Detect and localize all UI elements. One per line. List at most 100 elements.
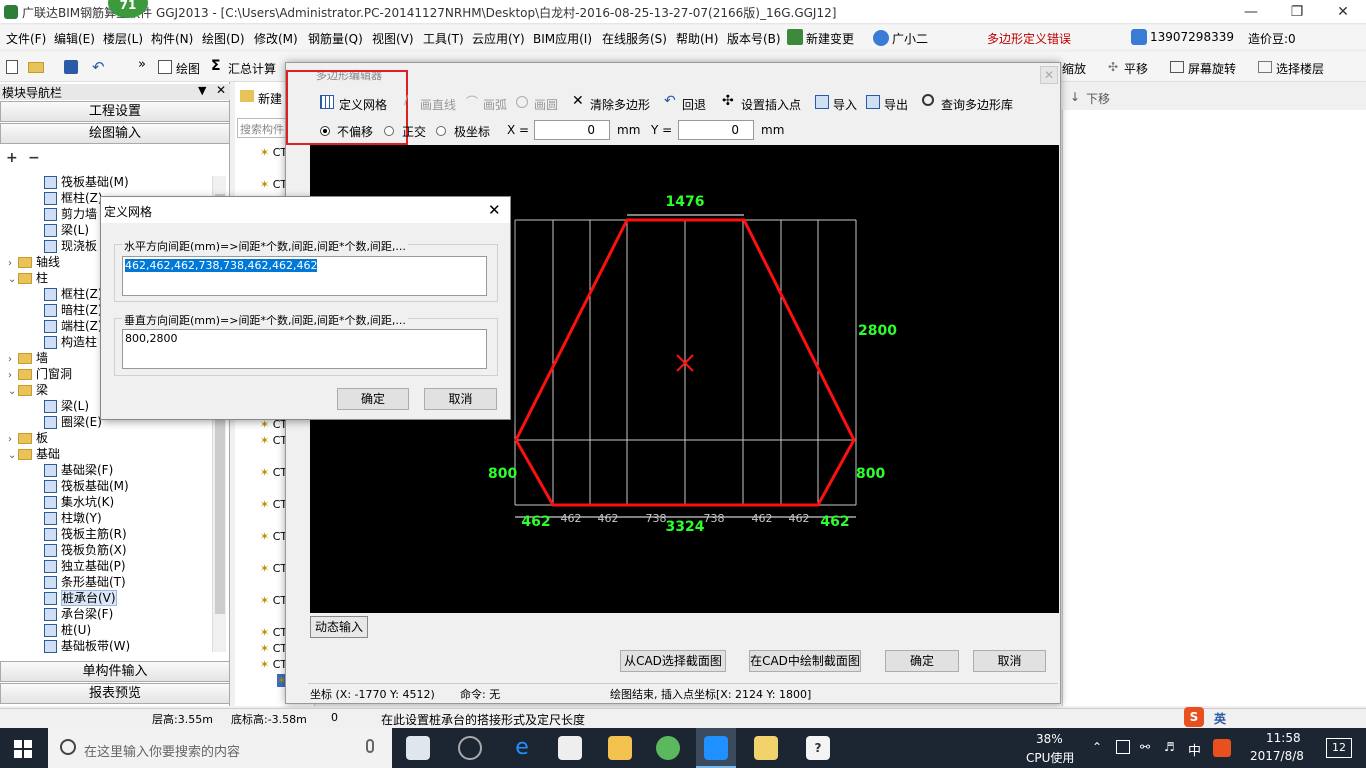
menu-new-change[interactable]: 新建变更	[806, 30, 854, 47]
vertical-spacing-input[interactable]: 800,2800	[122, 329, 487, 369]
nav-tree-item[interactable]: 暗柱(Z)	[44, 302, 103, 318]
new-component-button[interactable]: 新建	[258, 90, 282, 107]
ortho-radio[interactable]	[384, 126, 394, 136]
restore-button[interactable]: ❐	[1274, 0, 1320, 24]
nav-tree-item[interactable]: 梁(L)	[44, 222, 89, 238]
nav-tree-folder[interactable]: › 墙	[8, 350, 48, 366]
component-list-row[interactable]: ✶ CT	[260, 626, 287, 639]
nav-tree-item[interactable]: 桩(U)	[44, 622, 91, 638]
menu-item[interactable]: 帮助(H)	[676, 30, 718, 47]
menu-item[interactable]: 构件(N)	[151, 30, 193, 47]
nav-tree-item[interactable]: 基础梁(F)	[44, 462, 113, 478]
tray-expand-icon[interactable]: ⌃	[1092, 740, 1102, 754]
cost-beans[interactable]: 造价豆:0	[1248, 30, 1296, 47]
nav-tree-item[interactable]: 端柱(Z)	[44, 318, 103, 334]
nav-tree-item[interactable]: 框柱(Z)	[44, 286, 103, 302]
tray-icon[interactable]	[1116, 740, 1130, 754]
menu-item[interactable]: 编辑(E)	[54, 30, 95, 47]
report-preview-button[interactable]: 报表预览	[0, 683, 230, 704]
define-grid-button[interactable]: 定义网格	[339, 96, 387, 113]
component-list-row[interactable]: ✶ CT	[260, 594, 287, 607]
nav-tree-item[interactable]: 桩承台(V)	[44, 590, 117, 606]
taskbar-app-icon[interactable]	[406, 736, 430, 760]
nav-tree-item[interactable]: 筏板负筋(X)	[44, 542, 127, 558]
x-coordinate-input[interactable]: 0	[534, 120, 610, 140]
set-insert-point-button[interactable]: 设置插入点	[741, 96, 801, 113]
nav-tree-item[interactable]: 柱墩(Y)	[44, 510, 102, 526]
nav-tree-folder[interactable]: › 板	[8, 430, 48, 446]
y-coordinate-input[interactable]: 0	[678, 120, 754, 140]
component-list-row[interactable]: ✶ CT	[260, 146, 287, 159]
sogou-tray-icon[interactable]	[1213, 739, 1231, 757]
taskbar-app-icon[interactable]	[458, 736, 482, 760]
menu-item[interactable]: 工具(T)	[423, 30, 464, 47]
import-button[interactable]: 导入	[833, 96, 857, 113]
move-down-button[interactable]: 下移	[1086, 90, 1110, 107]
help-app-icon[interactable]: ?	[806, 736, 830, 760]
editor-ok-button[interactable]: 确定	[885, 650, 959, 672]
windows-start-icon[interactable]	[14, 740, 32, 758]
file-explorer-icon[interactable]	[608, 736, 632, 760]
select-from-cad-button[interactable]: 从CAD选择截面图	[620, 650, 726, 672]
select-floor-button[interactable]: 选择楼层	[1276, 60, 1324, 77]
draw-button[interactable]: 绘图	[176, 60, 200, 77]
menu-item[interactable]: 云应用(Y)	[472, 30, 525, 47]
notifications-button[interactable]: 12	[1326, 738, 1352, 758]
component-list-row[interactable]: ✶ CT	[260, 642, 287, 655]
undo-icon[interactable]: ↶	[92, 58, 105, 76]
close-button[interactable]: ✕	[1320, 0, 1366, 24]
nav-tree-item[interactable]: 现浇板	[44, 238, 97, 254]
draw-circle-button[interactable]: 画圆	[534, 96, 558, 113]
active-app-icon[interactable]	[704, 736, 728, 760]
collapse-icon[interactable]: ⌄	[8, 272, 18, 288]
microphone-icon[interactable]	[366, 739, 374, 753]
menu-item[interactable]: 视图(V)	[372, 30, 414, 47]
component-list-row[interactable]: ✶ CT	[260, 658, 287, 671]
menu-item[interactable]: BIM应用(I)	[533, 30, 592, 47]
minimize-button[interactable]: —	[1228, 0, 1274, 24]
nav-tree-item[interactable]: 圈梁(E)	[44, 414, 102, 430]
ime-indicator[interactable]: 中	[1188, 740, 1201, 759]
menu-item[interactable]: 文件(F)	[6, 30, 46, 47]
nav-tree-item[interactable]: 承台梁(F)	[44, 606, 113, 622]
more-tools-icon[interactable]: »	[138, 57, 146, 72]
pin-icon[interactable]: ▼	[198, 84, 206, 97]
nav-tree-item[interactable]: 筏板基础(M)	[44, 174, 129, 190]
expand-all-icon[interactable]: +	[6, 150, 18, 166]
no-offset-radio[interactable]	[320, 126, 330, 136]
menu-item[interactable]: 钢筋量(Q)	[308, 30, 363, 47]
draw-in-cad-button[interactable]: 在CAD中绘制截面图	[749, 650, 861, 672]
volume-icon[interactable]: ♬	[1164, 740, 1175, 754]
store-icon[interactable]	[558, 736, 582, 760]
save-icon[interactable]	[64, 60, 78, 74]
notes-app-icon[interactable]	[754, 736, 778, 760]
new-file-icon[interactable]	[6, 60, 18, 74]
nav-tree-folder[interactable]: ⌄ 柱	[8, 270, 48, 286]
component-list-row[interactable]: ✶ CT	[260, 562, 287, 575]
menu-item[interactable]: 楼层(L)	[103, 30, 143, 47]
nav-tree-folder[interactable]: › 轴线	[8, 254, 60, 270]
editor-close-button[interactable]: ✕	[1040, 66, 1058, 84]
nav-tree-item[interactable]: 梁(L)	[44, 398, 89, 414]
nav-tree-folder[interactable]: ⌄ 梁	[8, 382, 48, 398]
zoom-button[interactable]: 缩放	[1062, 60, 1086, 77]
glodon-app-icon[interactable]	[656, 736, 680, 760]
nav-tree-folder[interactable]: › 门窗洞	[8, 366, 72, 382]
dialog-close-button[interactable]: ✕	[488, 201, 501, 219]
project-settings-button[interactable]: 工程设置	[0, 101, 230, 122]
drawing-input-button[interactable]: 绘图输入	[0, 123, 230, 144]
pan-button[interactable]: 平移	[1124, 60, 1148, 77]
rotate-button[interactable]: 屏幕旋转	[1188, 60, 1236, 77]
nav-tree-item[interactable]: 剪力墙	[44, 206, 97, 222]
draw-arc-button[interactable]: 画弧	[483, 96, 507, 113]
nav-tree-item[interactable]: 框柱(Z)	[44, 190, 103, 206]
dynamic-input-toggle[interactable]: 动态输入	[310, 616, 368, 638]
component-list-row[interactable]: ✶ CT	[260, 466, 287, 479]
undo-button[interactable]: 回退	[682, 96, 706, 113]
sum-button[interactable]: 汇总计算	[228, 60, 276, 77]
component-list-row[interactable]: ✶ CT	[260, 434, 287, 447]
menu-assistant[interactable]: 广小二	[892, 30, 928, 47]
dialog-cancel-button[interactable]: 取消	[424, 388, 497, 410]
component-list-row[interactable]: ✶ CT	[260, 498, 287, 511]
menu-item[interactable]: 在线服务(S)	[602, 30, 667, 47]
